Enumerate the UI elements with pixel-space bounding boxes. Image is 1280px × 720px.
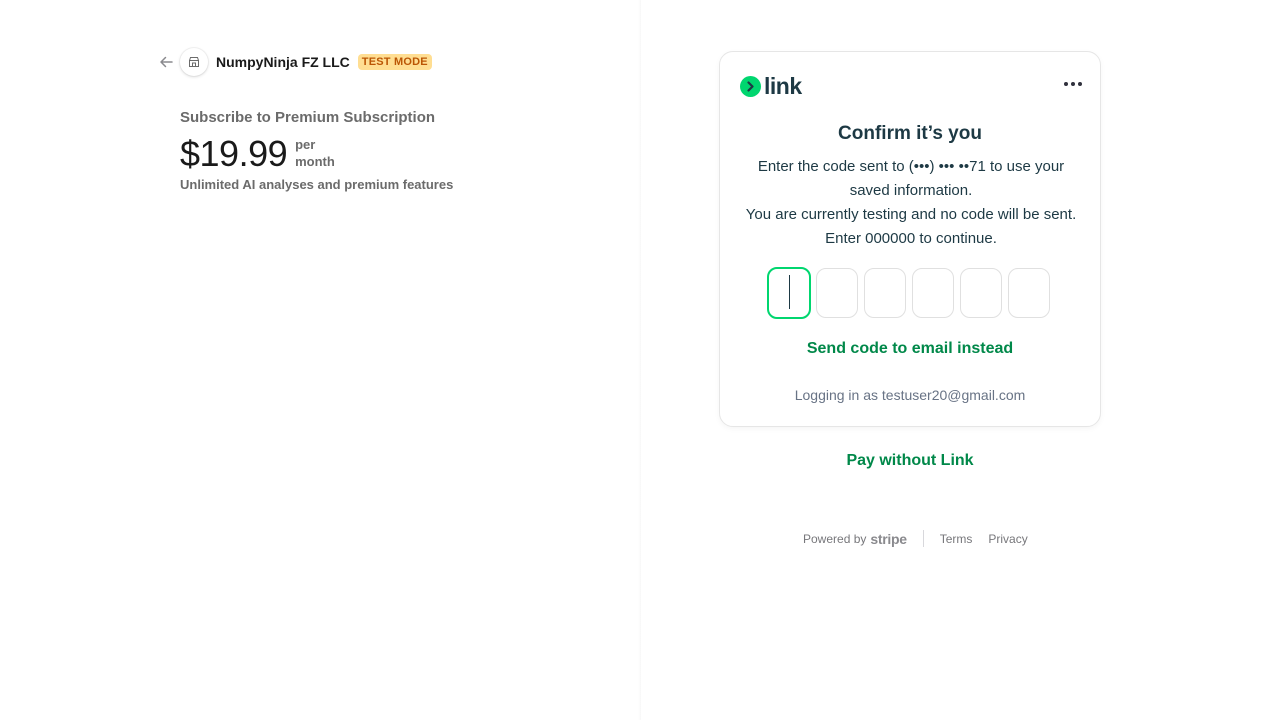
otp-digit-3[interactable]	[864, 268, 906, 318]
store-icon	[189, 57, 199, 67]
merchant-logo	[180, 48, 208, 76]
product-title: Subscribe to Premium Subscription	[180, 109, 436, 126]
otp-digit-2[interactable]	[816, 268, 858, 318]
footer: Powered by stripe Terms Privacy	[803, 530, 1028, 547]
back-button[interactable]	[156, 52, 176, 72]
link-wordmark: link	[764, 73, 802, 99]
instructions-line2: You are currently testing and no code wi…	[745, 206, 1077, 247]
merchant-header: NumpyNinja FZ LLC TEST MODE	[156, 46, 432, 78]
price-row: $19.99 per month	[180, 133, 335, 175]
price-period-line2: month	[295, 154, 335, 169]
price-amount: $19.99	[180, 133, 288, 174]
link-verification-card: link Confirm it’s you Enter the code sen…	[719, 51, 1101, 427]
powered-by-stripe[interactable]: Powered by stripe	[803, 531, 907, 547]
pay-without-link-button[interactable]: Pay without Link	[719, 452, 1101, 470]
test-mode-badge: TEST MODE	[357, 54, 432, 70]
confirm-title: Confirm it’s you	[838, 123, 982, 144]
logged-in-as-text: Logging in as testuser20@gmail.com	[794, 387, 1026, 403]
privacy-link[interactable]: Privacy	[988, 532, 1027, 546]
link-arrow-icon	[740, 75, 761, 97]
link-logo: link	[740, 74, 802, 98]
instructions-line1: Enter the code sent to (•••) ••• ••71 to…	[757, 158, 1065, 199]
merchant-name: NumpyNinja FZ LLC	[216, 54, 350, 70]
stripe-logo: stripe	[870, 530, 907, 547]
terms-link[interactable]: Terms	[940, 532, 973, 546]
otp-digit-5[interactable]	[960, 268, 1002, 318]
otp-digit-4[interactable]	[912, 268, 954, 318]
order-summary-pane: NumpyNinja FZ LLC TEST MODE Subscribe to…	[0, 0, 640, 720]
more-options-button[interactable]	[1064, 82, 1082, 86]
send-code-email-link[interactable]: Send code to email instead	[720, 340, 1100, 358]
more-dots-icon	[1064, 82, 1068, 86]
otp-code-inputs	[767, 267, 1050, 319]
confirm-instructions: Enter the code sent to (•••) ••• ••71 to…	[738, 155, 1084, 251]
price-period-line1: per	[295, 137, 316, 152]
arrow-left-icon	[160, 56, 173, 68]
price-period: per month	[295, 136, 335, 170]
text-caret	[789, 275, 790, 309]
footer-divider	[922, 530, 924, 547]
product-description: Unlimited AI analyses and premium featur…	[180, 177, 454, 192]
otp-digit-6[interactable]	[1008, 268, 1050, 318]
powered-by-text: Powered by	[803, 531, 867, 546]
